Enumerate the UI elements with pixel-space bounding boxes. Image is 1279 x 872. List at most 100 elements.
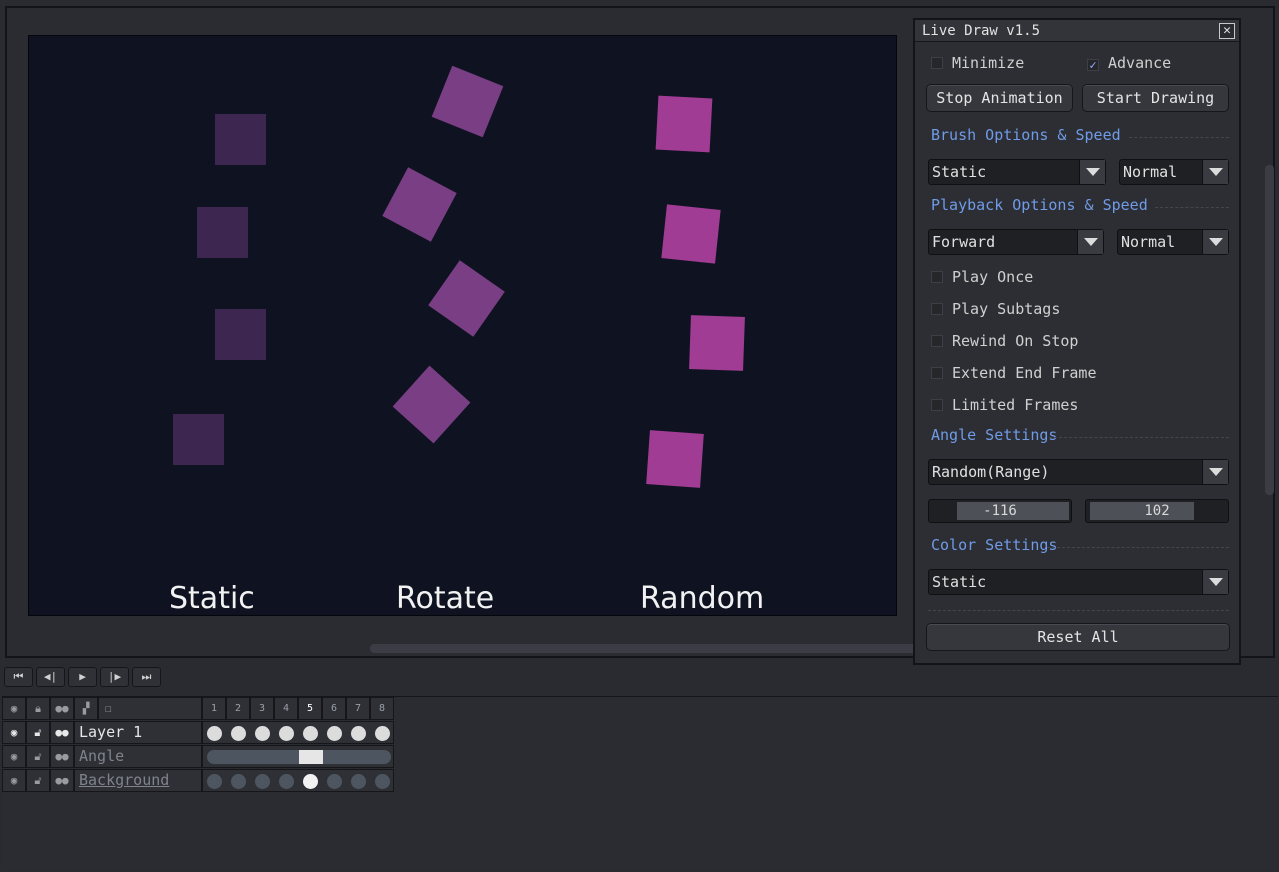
cel[interactable] — [207, 774, 222, 789]
check-icon[interactable]: ✓ — [1087, 59, 1099, 71]
cel[interactable] — [279, 726, 294, 741]
brush-speed-select[interactable]: Normal — [1119, 159, 1229, 185]
new-layer-icon[interactable]: ☐ — [98, 697, 202, 720]
checkbox-box[interactable] — [931, 57, 943, 69]
cel[interactable] — [207, 726, 222, 741]
lock-open-icon[interactable]: 🔓︎ — [26, 769, 50, 792]
caption-random: Random — [640, 581, 765, 616]
layer-tree-icon[interactable]: ▞ — [74, 697, 98, 720]
limited-frames-checkbox[interactable]: Limited Frames — [931, 396, 1078, 416]
minimize-checkbox[interactable]: Minimize — [931, 54, 1024, 74]
chevron-down-icon[interactable] — [1202, 160, 1228, 184]
live-draw-panel: Live Draw v1.5 ✕ Minimize ✓ Advance Stop … — [913, 18, 1241, 665]
start-drawing-button[interactable]: Start Drawing — [1082, 84, 1229, 112]
panel-titlebar[interactable]: Live Draw v1.5 ✕ — [915, 20, 1239, 42]
lock-icon[interactable]: 🔒︎ — [26, 697, 50, 720]
last-frame-button[interactable]: ⏭ — [132, 667, 161, 687]
first-frame-button[interactable]: ⏮ — [4, 667, 33, 687]
random-square — [661, 204, 721, 264]
angle-min-slider[interactable]: -116 — [928, 499, 1072, 523]
random-square — [655, 95, 713, 153]
cel[interactable] — [375, 726, 390, 741]
layers-grid: ◉ 🔒︎ ●● ▞ ☐ 1 2 3 4 5 6 7 8 ◉ 🔓︎ ●● Laye… — [2, 697, 394, 795]
frame-header-3[interactable]: 3 — [250, 697, 274, 720]
cel[interactable] — [327, 774, 342, 789]
divider — [1047, 547, 1229, 548]
lock-open-icon[interactable]: 🔓︎ — [26, 721, 50, 744]
cel[interactable] — [351, 726, 366, 741]
chevron-down-icon[interactable] — [1079, 160, 1105, 184]
frame-header-6[interactable]: 6 — [322, 697, 346, 720]
frame-header-8[interactable]: 8 — [370, 697, 394, 720]
link-icon[interactable]: ●● — [50, 745, 74, 768]
playback-section-title: Playback Options & Speed — [931, 196, 1148, 214]
frame-header-4[interactable]: 4 — [274, 697, 298, 720]
background-frames[interactable] — [202, 769, 394, 792]
next-frame-button[interactable]: |▶ — [100, 667, 129, 687]
link-icon[interactable]: ●● — [50, 697, 74, 720]
lock-open-icon[interactable]: 🔓︎ — [26, 745, 50, 768]
layer-name-angle[interactable]: Angle — [74, 745, 202, 768]
playback-mode-select[interactable]: Forward — [928, 229, 1104, 255]
timeline-panel: ◉ 🔒︎ ●● ▞ ☐ 1 2 3 4 5 6 7 8 ◉ 🔓︎ ●● Laye… — [2, 696, 1278, 870]
cel[interactable] — [231, 726, 246, 741]
rotate-square — [382, 167, 457, 242]
link-icon[interactable]: ●● — [50, 721, 74, 744]
eye-icon[interactable]: ◉ — [2, 745, 26, 768]
cel[interactable] — [303, 726, 318, 741]
angle-linked-cels[interactable] — [202, 745, 394, 768]
close-icon[interactable]: ✕ — [1219, 23, 1235, 39]
caption-static: Static — [169, 581, 255, 616]
current-frame-marker — [299, 750, 323, 764]
color-mode-select[interactable]: Static — [928, 569, 1229, 595]
horizontal-scrollbar[interactable] — [370, 644, 930, 653]
chevron-down-icon[interactable] — [1202, 460, 1228, 484]
random-square — [646, 430, 704, 488]
play-button[interactable]: ▶ — [68, 667, 97, 687]
play-subtags-checkbox[interactable]: Play Subtags — [931, 300, 1060, 320]
chevron-down-icon[interactable] — [1077, 230, 1103, 254]
previous-frame-button[interactable]: ◀| — [36, 667, 65, 687]
divider — [1155, 207, 1229, 208]
layer-1-frames[interactable] — [202, 721, 394, 744]
layer-name-background[interactable]: Background — [74, 769, 202, 792]
brush-mode-select[interactable]: Static — [928, 159, 1106, 185]
playback-speed-select[interactable]: Normal — [1117, 229, 1229, 255]
static-square — [215, 309, 266, 360]
cel[interactable] — [351, 774, 366, 789]
layer-name-layer-1[interactable]: Layer 1 — [74, 721, 202, 744]
sprite-canvas[interactable]: Static Rotate Random — [28, 35, 897, 616]
cel[interactable] — [327, 726, 342, 741]
advance-checkbox[interactable]: ✓ Advance — [1087, 54, 1171, 74]
rotate-square — [431, 65, 504, 138]
angle-max-slider[interactable]: 102 — [1085, 499, 1229, 523]
link-icon[interactable]: ●● — [50, 769, 74, 792]
static-square — [197, 207, 248, 258]
divider — [928, 610, 1229, 611]
chevron-down-icon[interactable] — [1202, 570, 1228, 594]
cel[interactable] — [231, 774, 246, 789]
eye-icon[interactable]: ◉ — [2, 697, 26, 720]
cel[interactable] — [255, 726, 270, 741]
stop-animation-button[interactable]: Stop Animation — [926, 84, 1073, 112]
cel[interactable] — [279, 774, 294, 789]
advance-label: Advance — [1108, 54, 1172, 72]
frame-header-1[interactable]: 1 — [202, 697, 226, 720]
angle-mode-select[interactable]: Random(Range) — [928, 459, 1229, 485]
rewind-on-stop-checkbox[interactable]: Rewind On Stop — [931, 332, 1078, 352]
static-square — [173, 414, 224, 465]
eye-icon[interactable]: ◉ — [2, 721, 26, 744]
reset-all-button[interactable]: Reset All — [926, 623, 1230, 651]
chevron-down-icon[interactable] — [1202, 230, 1228, 254]
vertical-scrollbar[interactable] — [1265, 165, 1274, 495]
color-section-title: Color Settings — [931, 536, 1058, 554]
frame-header-5[interactable]: 5 — [298, 697, 322, 720]
cel[interactable] — [303, 774, 318, 789]
play-once-checkbox[interactable]: Play Once — [931, 268, 1033, 288]
eye-icon[interactable]: ◉ — [2, 769, 26, 792]
cel[interactable] — [375, 774, 390, 789]
cel[interactable] — [255, 774, 270, 789]
frame-header-2[interactable]: 2 — [226, 697, 250, 720]
extend-end-frame-checkbox[interactable]: Extend End Frame — [931, 364, 1097, 384]
frame-header-7[interactable]: 7 — [346, 697, 370, 720]
